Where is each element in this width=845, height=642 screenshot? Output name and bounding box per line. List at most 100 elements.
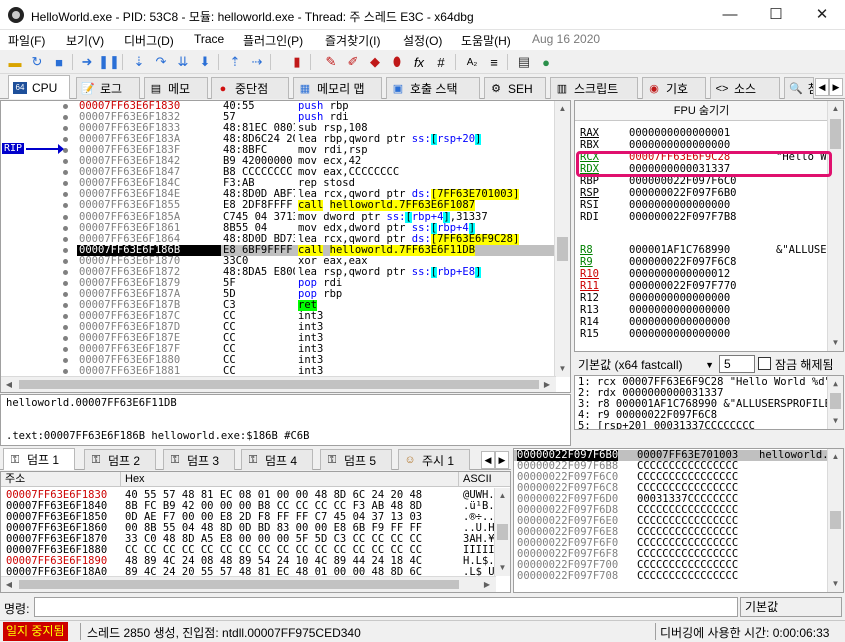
scroll-thumb[interactable] bbox=[830, 119, 841, 149]
scroll-down-icon[interactable]: ▼ bbox=[495, 560, 510, 576]
arguments-view[interactable]: 1: rcx 00007FF63E6F9C28 "Hello World %d"… bbox=[574, 375, 844, 430]
patch-icon[interactable]: ▮ bbox=[288, 53, 306, 71]
function-icon[interactable]: fx bbox=[410, 53, 428, 71]
open-icon[interactable]: ▬ bbox=[6, 53, 24, 71]
tab-script[interactable]: ▥ 스크립트 bbox=[550, 77, 638, 99]
tab-dump-3[interactable]: ⚿ 덤프 3 bbox=[163, 449, 235, 470]
bookmark-icon[interactable]: ◆ bbox=[366, 53, 384, 71]
comment-icon[interactable]: ✎ bbox=[322, 53, 340, 71]
tab-scroll-left-button[interactable]: ◀ bbox=[481, 451, 495, 469]
stack-view[interactable]: 00000022F097F6B0 00007FF63E701003 hellowor… bbox=[513, 448, 844, 593]
breakpoint-dot-icon[interactable] bbox=[63, 170, 68, 176]
register-row[interactable]: RBP 000000022F097F6C0 bbox=[580, 175, 840, 187]
tab-seh[interactable]: ⚙ SEH bbox=[484, 77, 546, 99]
lines-icon[interactable]: ≡ bbox=[485, 53, 503, 71]
run-icon[interactable]: ➜ bbox=[78, 53, 96, 71]
scroll-thumb[interactable] bbox=[19, 580, 459, 589]
tab-scroll-right-button[interactable]: ▶ bbox=[495, 451, 509, 469]
breakpoint-dot-icon[interactable] bbox=[63, 302, 68, 308]
scroll-thumb[interactable] bbox=[557, 237, 568, 261]
minimize-button[interactable]: — bbox=[707, 0, 753, 30]
breakpoint-dot-icon[interactable] bbox=[63, 181, 68, 187]
menu-file[interactable]: 파일(F) bbox=[8, 32, 45, 49]
execute-till-return-icon[interactable]: ⇡ bbox=[226, 53, 244, 71]
scroll-right-icon[interactable]: ▶ bbox=[479, 577, 495, 592]
register-row[interactable]: R15 0000000000000000 bbox=[580, 328, 840, 340]
tab-memory-map[interactable]: ▦ 메모리 맵 bbox=[293, 77, 382, 99]
breakpoint-dot-icon[interactable] bbox=[63, 203, 68, 209]
menu-favourites[interactable]: 즐겨찾기(I) bbox=[325, 32, 381, 49]
scroll-up-icon[interactable]: ▲ bbox=[828, 376, 843, 392]
tab-breakpoints[interactable]: ● 중단점 bbox=[211, 77, 289, 99]
scroll-up-icon[interactable]: ▲ bbox=[828, 449, 843, 465]
tab-scroll-right-button[interactable]: ▶ bbox=[829, 78, 843, 96]
register-row[interactable]: R12 0000000000000000 bbox=[580, 292, 840, 304]
scroll-up-icon[interactable]: ▲ bbox=[555, 101, 570, 117]
tab-call-stack[interactable]: ▣ 호출 스택 bbox=[386, 77, 480, 99]
calling-convention-select[interactable]: 기본값 (x64 fastcall) ▼ bbox=[576, 356, 716, 374]
breakpoint-dot-icon[interactable] bbox=[63, 159, 68, 165]
breakpoint-dot-icon[interactable] bbox=[63, 192, 68, 198]
registers-view[interactable]: FPU 숨기기 RAX 0000000000000001 RBX 0000000000… bbox=[574, 100, 844, 352]
disassembly-row[interactable]: 00007FF63E6F186B E8 6BF9FFFF call hellowor… bbox=[1, 244, 556, 256]
scroll-left-icon[interactable]: ◀ bbox=[1, 577, 17, 592]
scroll-thumb[interactable] bbox=[830, 393, 841, 409]
menu-view[interactable]: 보기(V) bbox=[66, 32, 104, 49]
close-button[interactable]: ✕ bbox=[799, 0, 845, 30]
register-row[interactable]: R11 000000022F097F770 bbox=[580, 280, 840, 292]
step-over-icon[interactable]: ↷ bbox=[152, 53, 170, 71]
disassembly-row[interactable]: 00007FF63E6F185A C745 04 37130000mov dwor… bbox=[1, 211, 556, 223]
tab-symbols[interactable]: ◉ 기호 bbox=[642, 77, 706, 99]
register-row[interactable]: RDI 000000022F097F7B8 bbox=[580, 211, 840, 223]
disassembly-row[interactable]: 00007FF63E6F1861 8B55 04 mov edx,dword ptr… bbox=[1, 222, 556, 234]
trace-over-icon[interactable]: ⬇ bbox=[196, 53, 214, 71]
breakpoint-dot-icon[interactable] bbox=[63, 347, 68, 353]
breakpoint-dot-icon[interactable] bbox=[63, 137, 68, 143]
plugin-icon[interactable]: ● bbox=[537, 53, 555, 71]
scroll-left-icon[interactable]: ◀ bbox=[1, 377, 17, 392]
menu-trace[interactable]: Trace bbox=[194, 32, 224, 46]
hash-icon[interactable]: # bbox=[432, 53, 450, 71]
dump-vscroll[interactable]: ▲ ▼ bbox=[494, 488, 510, 576]
scroll-down-icon[interactable]: ▼ bbox=[828, 576, 843, 592]
menu-debug[interactable]: 디버그(D) bbox=[124, 32, 174, 49]
command-input[interactable] bbox=[34, 597, 738, 617]
register-row[interactable]: R13 0000000000000000 bbox=[580, 304, 840, 316]
tab-cpu[interactable]: 64 CPU bbox=[8, 75, 70, 99]
tab-log[interactable]: 📝 로그 bbox=[76, 77, 140, 99]
scroll-thumb[interactable] bbox=[497, 524, 508, 540]
breakpoint-dot-icon[interactable] bbox=[63, 214, 68, 220]
breakpoint-dot-icon[interactable] bbox=[63, 115, 68, 121]
scroll-right-icon[interactable]: ▶ bbox=[539, 377, 555, 392]
tab-dump-2[interactable]: ⚿ 덤프 2 bbox=[84, 449, 156, 470]
disassembly-hscroll[interactable]: ◀ ▶ bbox=[1, 376, 556, 392]
scroll-down-icon[interactable]: ▼ bbox=[828, 335, 843, 351]
trace-into-icon[interactable]: ⇊ bbox=[174, 53, 192, 71]
disassembly-row[interactable]: 00007FF63E6F1864 48:8D0D BD730000lea rcx,… bbox=[1, 233, 556, 245]
tab-dump-5[interactable]: ⚿ 덤프 5 bbox=[320, 449, 392, 470]
register-row[interactable]: R9 000000022F097F6C8 bbox=[580, 256, 840, 268]
register-row[interactable]: R8000001AF1C768990&"ALLUSERSPROFILE= bbox=[580, 244, 843, 256]
dump-hex-header[interactable]: Hex bbox=[121, 472, 459, 487]
menu-help[interactable]: 도움말(H) bbox=[461, 32, 511, 49]
breakpoint-dot-icon[interactable] bbox=[63, 313, 68, 319]
scroll-down-icon[interactable]: ▼ bbox=[828, 413, 843, 429]
tab-watch-1[interactable]: ☺ 주시 1 bbox=[398, 449, 470, 470]
breakpoint-dot-icon[interactable] bbox=[63, 358, 68, 364]
dump-address-header[interactable]: 주소 bbox=[1, 472, 121, 487]
breakpoint-toggle-icon[interactable]: ⬮ bbox=[388, 53, 406, 71]
dump-view[interactable]: 주소 Hex ASCII 00007FF63E6F1830 40 55 57 48… bbox=[0, 471, 511, 593]
menu-options[interactable]: 설정(O) bbox=[403, 32, 442, 49]
stack-vscroll[interactable]: ▲ ▼ bbox=[827, 449, 843, 592]
breakpoint-dot-icon[interactable] bbox=[63, 104, 68, 109]
run-to-user-icon[interactable]: ⇢ bbox=[248, 53, 266, 71]
breakpoint-dot-icon[interactable] bbox=[63, 325, 68, 330]
disassembly-view[interactable]: 00007FF63E6F1830 40:55 push rbp 00007FF63E6… bbox=[0, 100, 571, 393]
label-icon[interactable]: ✐ bbox=[344, 53, 362, 71]
registers-vscroll[interactable]: ▲ ▼ bbox=[827, 101, 843, 351]
breakpoint-dot-icon[interactable] bbox=[63, 369, 68, 375]
register-row[interactable]: R14 0000000000000000 bbox=[580, 316, 840, 328]
dump-hscroll[interactable]: ◀ ▶ bbox=[1, 576, 496, 592]
scroll-thumb[interactable] bbox=[830, 511, 841, 529]
scroll-up-icon[interactable]: ▲ bbox=[495, 488, 510, 504]
